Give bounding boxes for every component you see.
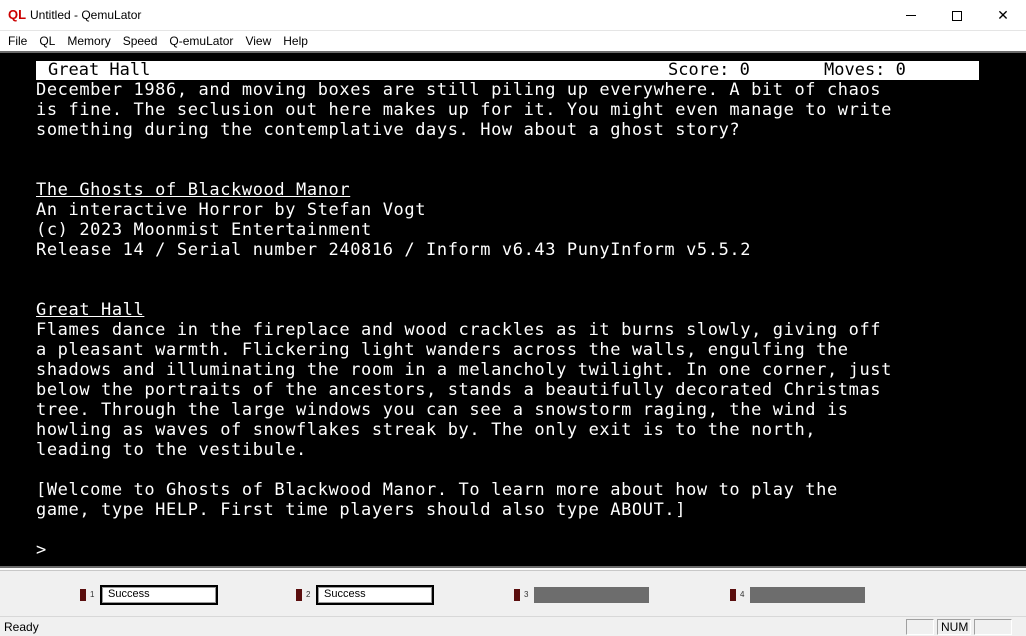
text-line: December 1986, and moving boxes are stil…: [36, 80, 882, 100]
text-line: shadows and illuminating the room in a m…: [36, 360, 892, 380]
menu-q-emulator[interactable]: Q-emuLator: [163, 31, 239, 51]
text-line: below the portraits of the ancestors, st…: [36, 380, 882, 400]
status-moves: Moves: 0: [824, 60, 906, 80]
text-line: Flames dance in the fireplace and wood c…: [36, 320, 882, 340]
status-cell: [906, 619, 934, 635]
close-button[interactable]: ✕: [980, 0, 1026, 31]
drive-number: 3: [524, 590, 529, 599]
game-text-output: December 1986, and moving boxes are stil…: [36, 80, 996, 560]
drive-number: 2: [306, 590, 311, 599]
text-line: An interactive Horror by Stefan Vogt: [36, 200, 427, 220]
text-line: something during the contemplative days.…: [36, 120, 741, 140]
drive-panel: 1 Success 2 Success 3 4: [0, 570, 1026, 616]
text-line: leading to the vestibule.: [36, 440, 307, 460]
room-heading: Great Hall: [36, 300, 145, 320]
drive-led: [80, 589, 86, 601]
text-line: [36, 160, 996, 180]
status-room-name: Great Hall: [48, 60, 151, 80]
drive-status-box[interactable]: [534, 587, 649, 603]
game-status-line: Great Hall Score: 0 Moves: 0: [36, 61, 979, 80]
drive-status-box[interactable]: Success: [316, 585, 434, 605]
menu-view[interactable]: View: [239, 31, 277, 51]
maximize-button[interactable]: [934, 0, 980, 31]
num-lock-indicator: NUM: [937, 619, 971, 635]
title-bar: QL Untitled - QemuLator ✕: [0, 0, 1026, 31]
menu-file[interactable]: File: [2, 31, 33, 51]
text-line: [36, 520, 996, 540]
text-line: tree. Through the large windows you can …: [36, 400, 849, 420]
text-line: [36, 460, 996, 480]
drive-led: [296, 589, 302, 601]
status-cell: [974, 619, 1012, 635]
status-score: Score: 0: [668, 60, 750, 80]
emulator-screen[interactable]: Great Hall Score: 0 Moves: 0 December 19…: [0, 51, 1026, 568]
drive-status-box[interactable]: Success: [100, 585, 218, 605]
text-line: [36, 140, 996, 160]
text-line: [36, 260, 996, 280]
close-icon: ✕: [997, 7, 1009, 23]
menu-ql[interactable]: QL: [33, 31, 61, 51]
command-prompt[interactable]: >: [36, 540, 996, 560]
minimize-button[interactable]: [888, 0, 934, 31]
maximize-icon: [952, 10, 962, 21]
menu-memory[interactable]: Memory: [61, 31, 116, 51]
status-text: Ready: [4, 620, 39, 634]
drive-led: [514, 589, 520, 601]
ql-app-icon: QL: [8, 7, 27, 22]
menu-speed[interactable]: Speed: [117, 31, 164, 51]
text-line: is fine. The seclusion out here makes up…: [36, 100, 892, 120]
drive-status-box[interactable]: [750, 587, 865, 603]
status-bar: Ready NUM: [0, 616, 1026, 636]
text-line: [Welcome to Ghosts of Blackwood Manor. T…: [36, 480, 838, 500]
drive-number: 4: [740, 590, 745, 599]
game-title: The Ghosts of Blackwood Manor: [36, 180, 351, 200]
text-line: [36, 280, 996, 300]
drive-led: [730, 589, 736, 601]
window-title: Untitled - QemuLator: [30, 8, 142, 22]
menu-bar: File QL Memory Speed Q-emuLator View Hel…: [0, 31, 1026, 51]
text-line: (c) 2023 Moonmist Entertainment: [36, 220, 372, 240]
text-line: Release 14 / Serial number 240816 / Info…: [36, 240, 752, 260]
text-line: game, type HELP. First time players shou…: [36, 500, 687, 520]
drive-number: 1: [90, 590, 95, 599]
menu-help[interactable]: Help: [277, 31, 314, 51]
minimize-icon: [906, 15, 916, 16]
text-line: a pleasant warmth. Flickering light wand…: [36, 340, 849, 360]
text-line: howling as waves of snowflakes streak by…: [36, 420, 817, 440]
